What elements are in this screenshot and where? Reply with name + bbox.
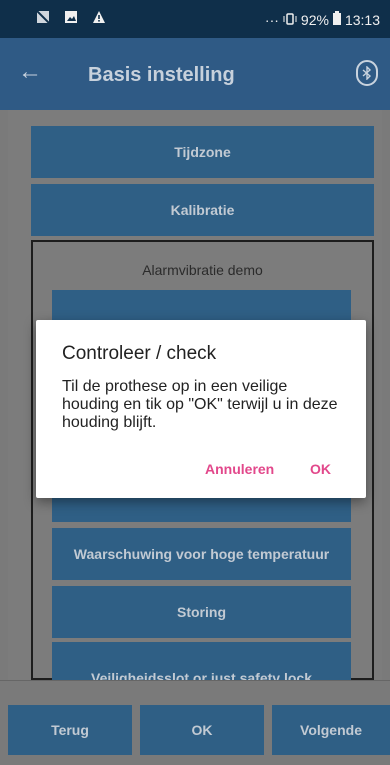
- back-arrow-icon[interactable]: ←: [18, 58, 42, 86]
- dialog-message: Til de prothese op in een veilige houdin…: [62, 378, 338, 431]
- warning-icon: [92, 10, 106, 24]
- page-title: Basis instelling: [88, 64, 235, 86]
- ok-button[interactable]: OK: [140, 705, 264, 755]
- demo-item-hoge-temperatuur[interactable]: Waarschuwing voor hoge temperatuur: [52, 528, 351, 580]
- bluetooth-icon[interactable]: [356, 60, 378, 86]
- demo-item-veiligheidsslot[interactable]: Veiligheidsslot or just safety lock: [52, 642, 351, 680]
- status-bar: ··· 92% 13:13: [0, 0, 390, 38]
- dialog-ok-button[interactable]: OK: [310, 461, 331, 477]
- clock: 13:13: [344, 11, 380, 28]
- app-bar: ← Basis instelling: [0, 38, 390, 110]
- no-sim-icon: [35, 9, 51, 25]
- confirm-dialog: Controleer / check Til de prothese op in…: [36, 320, 366, 498]
- image-icon: [64, 10, 78, 24]
- dialog-cancel-button[interactable]: Annuleren: [205, 461, 274, 477]
- volgende-button[interactable]: Volgende: [272, 705, 390, 755]
- battery-icon: [332, 11, 341, 28]
- vibrate-icon: [283, 12, 297, 28]
- battery-percent: 92%: [300, 11, 329, 28]
- terug-button[interactable]: Terug: [8, 705, 132, 755]
- more-dots: ···: [264, 11, 279, 28]
- demo-item-storing[interactable]: Storing: [52, 586, 351, 638]
- dialog-title: Controleer / check: [62, 343, 217, 364]
